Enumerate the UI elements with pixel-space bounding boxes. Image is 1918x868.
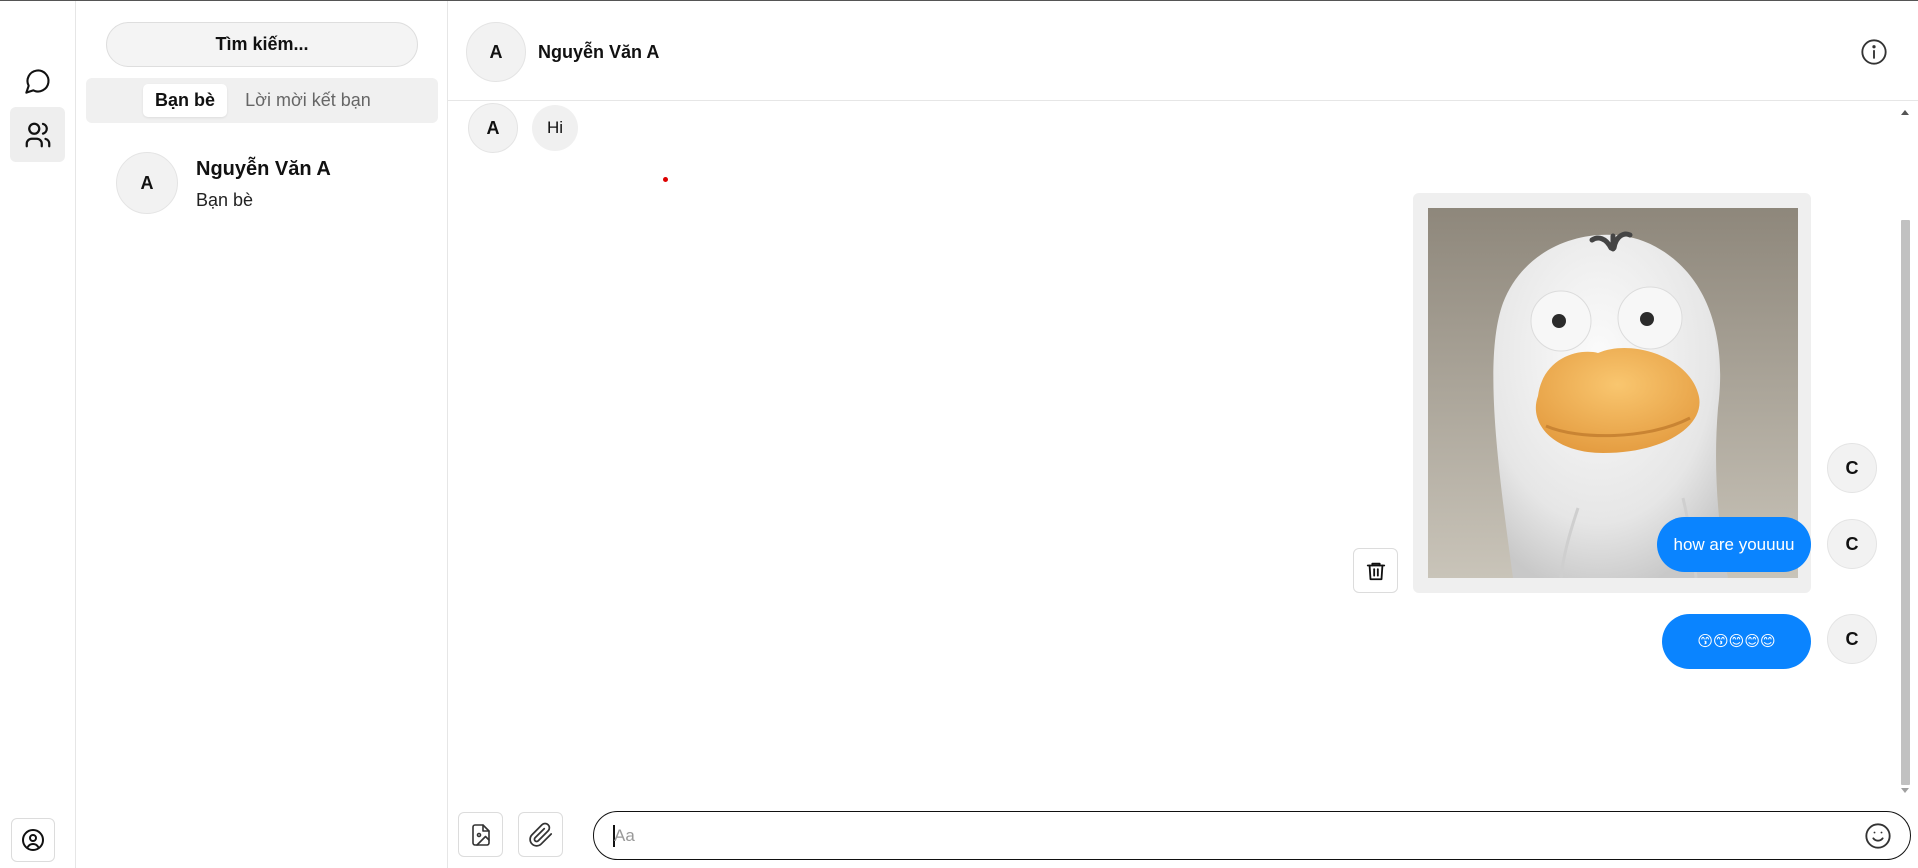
- message-avatar: C: [1827, 614, 1877, 664]
- image-file-icon: [471, 823, 490, 846]
- scroll-down-arrow[interactable]: [1901, 788, 1909, 793]
- chat-bubble-icon: [24, 68, 50, 94]
- message-bubble-incoming: Hi: [532, 105, 579, 151]
- message-avatar: C: [1827, 443, 1877, 493]
- message-list[interactable]: A Hi C how are youuuu C 😙😙😊😊😊 C: [448, 102, 1918, 800]
- nav-chats-button[interactable]: [10, 53, 65, 108]
- delete-message-button[interactable]: [1353, 548, 1398, 593]
- search-button[interactable]: Tìm kiếm...: [106, 22, 418, 67]
- tab-friends[interactable]: Bạn bè: [143, 84, 227, 117]
- friend-name: Nguyễn Văn A: [196, 158, 331, 180]
- nav-rail: [0, 1, 76, 868]
- chat-header: A Nguyễn Văn A: [448, 1, 1918, 101]
- chat-pane: A Nguyễn Văn A A Hi C how are youuuu C 😙…: [448, 1, 1918, 868]
- friend-status: Bạn bè: [196, 190, 254, 210]
- scroll-up-arrow[interactable]: [1901, 110, 1909, 115]
- tab-friend-requests[interactable]: Lời mời kết bạn: [238, 84, 378, 117]
- chat-header-name: Nguyễn Văn A: [538, 42, 660, 62]
- friend-list-item[interactable]: A Nguyễn Văn A Bạn bè: [116, 152, 436, 214]
- chat-header-avatar[interactable]: A: [466, 22, 526, 82]
- emoji-button[interactable]: [1864, 822, 1892, 850]
- message-bubble-outgoing: 😙😙😊😊😊: [1662, 614, 1811, 669]
- info-icon: [1861, 39, 1887, 65]
- message-avatar: C: [1827, 519, 1877, 569]
- conversation-info-button[interactable]: [1860, 38, 1888, 66]
- friends-tabs: Bạn bè Lời mời kết bạn: [86, 78, 438, 123]
- friends-panel: Tìm kiếm... Bạn bè Lời mời kết bạn A Ngu…: [76, 1, 448, 868]
- user-circle-icon: [22, 829, 44, 851]
- cursor-dot: [663, 177, 668, 182]
- message-avatar: A: [468, 103, 518, 153]
- trash-icon: [1366, 562, 1385, 580]
- profile-button[interactable]: [11, 818, 55, 862]
- avatar: A: [116, 152, 178, 214]
- message-scrollbar[interactable]: [1897, 102, 1914, 800]
- users-icon: [25, 122, 50, 147]
- attach-file-button[interactable]: [518, 812, 563, 857]
- nav-friends-button[interactable]: [10, 107, 65, 162]
- message-input[interactable]: [614, 821, 1844, 851]
- message-bubble-outgoing: how are youuuu: [1657, 517, 1811, 572]
- paperclip-icon: [528, 822, 552, 847]
- smiley-icon: [1865, 823, 1891, 849]
- message-composer: [593, 811, 1911, 860]
- scroll-thumb[interactable]: [1901, 220, 1910, 785]
- send-image-button[interactable]: [458, 812, 503, 857]
